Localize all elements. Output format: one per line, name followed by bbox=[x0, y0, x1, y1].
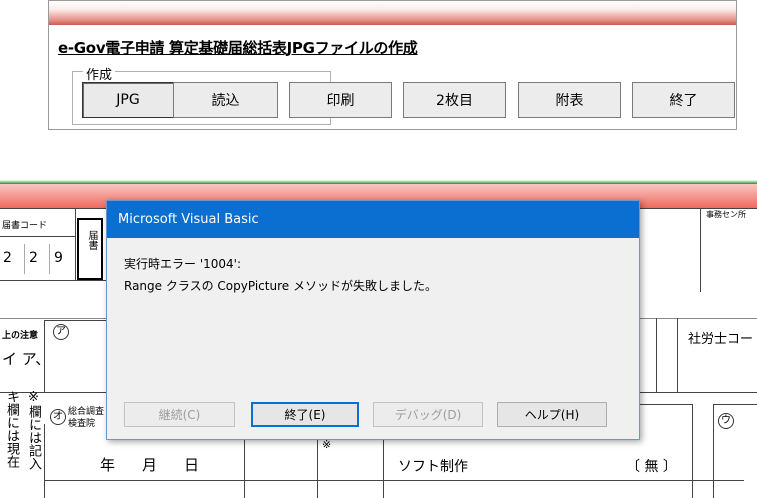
form-code-label: 届書コード bbox=[2, 221, 48, 231]
attachment-button[interactable]: 附表 bbox=[518, 82, 621, 118]
exit-button[interactable]: 終了 bbox=[632, 82, 735, 118]
code-digit-3: 9 bbox=[54, 250, 63, 266]
inspection-label: 検査院 bbox=[68, 419, 96, 429]
error-message: Range クラスの CopyPicture メソッドが失敗しました。 bbox=[124, 279, 437, 293]
code-digit-1: 2 bbox=[3, 250, 12, 266]
code-digit-2: 2 bbox=[29, 250, 38, 266]
date-label: 年 月 日 bbox=[100, 456, 206, 474]
vba-error-dialog: Microsoft Visual Basic 実行時エラー '1004': Ra… bbox=[106, 200, 640, 440]
side-note-column-2: ※欄には記入 bbox=[26, 390, 41, 470]
circle-o-mark: オ bbox=[50, 408, 66, 425]
row-ia-label: イ ア、 bbox=[2, 350, 51, 368]
create-group-label: 作成 bbox=[83, 64, 116, 83]
panel-header-bar bbox=[49, 1, 736, 25]
second-page-button[interactable]: 2枚目 bbox=[403, 82, 506, 118]
software-value: 〔 無 〕 bbox=[626, 459, 677, 475]
end-button[interactable]: 終了(E) bbox=[251, 402, 359, 427]
error-title: 実行時エラー '1004': bbox=[124, 257, 241, 271]
office-label: 事務セン所 bbox=[706, 210, 746, 219]
jpg-button[interactable]: JPG bbox=[82, 82, 174, 118]
software-label: ソフト制作 bbox=[398, 459, 468, 475]
dialog-title-bar[interactable]: Microsoft Visual Basic bbox=[107, 201, 639, 238]
circle-a-mark: ア bbox=[53, 323, 69, 340]
jpg-tool-panel: e-Gov電子申請 算定基礎届総括表JPGファイルの作成 作成 JPG 読込 印… bbox=[48, 0, 737, 130]
help-button[interactable]: ヘルプ(H) bbox=[497, 402, 607, 427]
circle-u-mark: ウ bbox=[718, 412, 734, 429]
read-button[interactable]: 読込 bbox=[173, 82, 278, 118]
form-vertical-label: 届書 bbox=[86, 230, 97, 250]
social-insurance-code-label: 社労士コー bbox=[688, 332, 754, 347]
dialog-message-area: 実行時エラー '1004': Range クラスの CopyPicture メソ… bbox=[124, 253, 437, 297]
notes-label: 上の注意 bbox=[2, 331, 39, 341]
debug-button: デバッグ(D) bbox=[373, 402, 483, 427]
continue-button: 継続(C) bbox=[124, 402, 235, 427]
panel-title: e-Gov電子申請 算定基礎届総括表JPGファイルの作成 bbox=[58, 39, 418, 57]
print-button[interactable]: 印刷 bbox=[289, 82, 392, 118]
dialog-title: Microsoft Visual Basic bbox=[118, 212, 259, 227]
side-note-column-1: キ欄には現在 bbox=[4, 390, 19, 468]
